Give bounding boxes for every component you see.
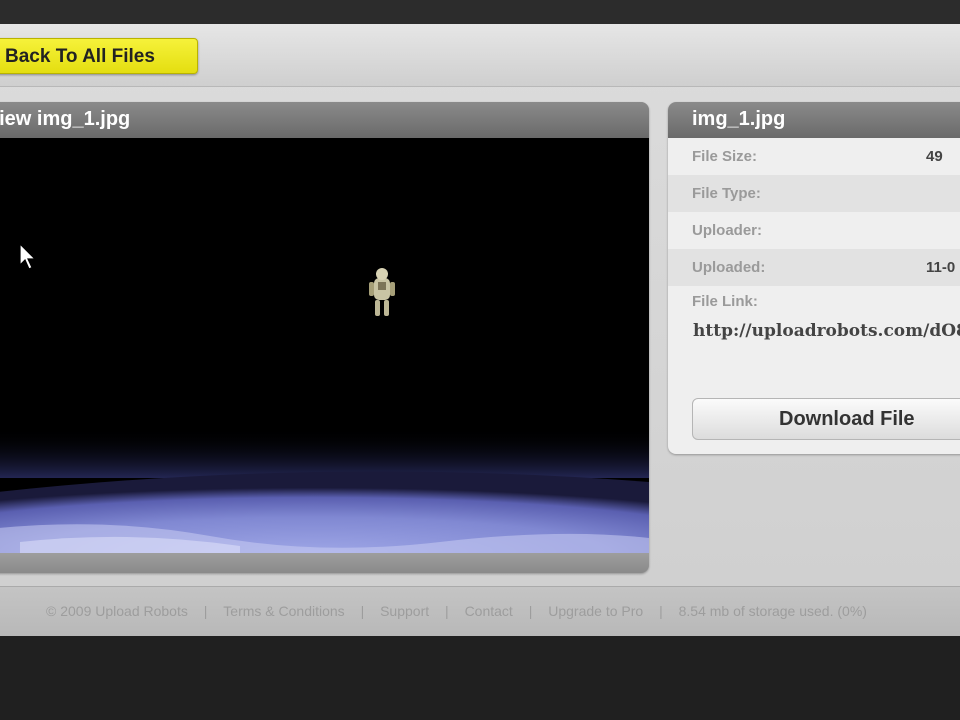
file-link-label: File Link: — [692, 293, 758, 310]
uploader-row: Uploader: — [668, 212, 960, 249]
topbar: Back To All Files — [0, 24, 960, 87]
storage-usage-text: 8.54 mb of storage used. (0%) — [678, 603, 867, 619]
terms-link[interactable]: Terms & Conditions — [223, 603, 344, 619]
uploaded-row: Uploaded: 11-0 — [668, 249, 960, 286]
preview-panel: view img_1.jpg — [0, 102, 649, 573]
download-file-button[interactable]: Download File — [692, 398, 960, 440]
file-info-panel: img_1.jpg File Size: 49 File Type: Uploa… — [668, 102, 960, 454]
preview-title: view img_1.jpg — [0, 108, 131, 130]
preview-footer — [0, 553, 649, 573]
page-footer: © 2009 Upload Robots | Terms & Condition… — [0, 586, 960, 637]
contact-link[interactable]: Contact — [465, 603, 513, 619]
footer-separator: | — [445, 603, 449, 619]
footer-separator: | — [659, 603, 663, 619]
space-photo — [0, 138, 649, 553]
preview-image[interactable] — [0, 138, 649, 553]
file-link-url[interactable]: http://uploadrobots.com/dO8 — [668, 318, 960, 348]
copyright-text: © 2009 Upload Robots — [46, 603, 188, 619]
top-dark-band — [0, 0, 960, 24]
footer-separator: | — [528, 603, 533, 619]
back-button-label: Back To All Files — [5, 46, 155, 67]
support-link[interactable]: Support — [380, 603, 429, 619]
preview-header: view img_1.jpg — [0, 102, 649, 138]
file-name-title: img_1.jpg — [692, 108, 786, 130]
footer-separator: | — [360, 603, 365, 619]
file-type-row: File Type: — [668, 175, 960, 212]
file-size-value: 49 — [926, 148, 943, 165]
footer-links: © 2009 Upload Robots | Terms & Condition… — [46, 603, 867, 619]
mouse-pointer-icon — [19, 243, 37, 270]
footer-separator: | — [203, 603, 208, 619]
file-size-row: File Size: 49 — [668, 138, 960, 175]
upgrade-link[interactable]: Upgrade to Pro — [548, 603, 643, 619]
file-size-label: File Size: — [692, 148, 758, 165]
uploaded-value: 11-0 — [926, 259, 956, 276]
main-area: Back To All Files view img_1.jpg img_1.j… — [0, 24, 960, 637]
uploader-label: Uploader: — [692, 222, 763, 239]
file-type-label: File Type: — [692, 185, 761, 202]
download-button-label: Download File — [779, 408, 915, 430]
back-to-all-files-button[interactable]: Back To All Files — [0, 38, 198, 74]
file-info-header: img_1.jpg — [668, 102, 960, 138]
bottom-dark-band — [0, 636, 960, 720]
file-link-row: File Link: — [668, 286, 960, 318]
uploaded-label: Uploaded: — [692, 259, 766, 276]
